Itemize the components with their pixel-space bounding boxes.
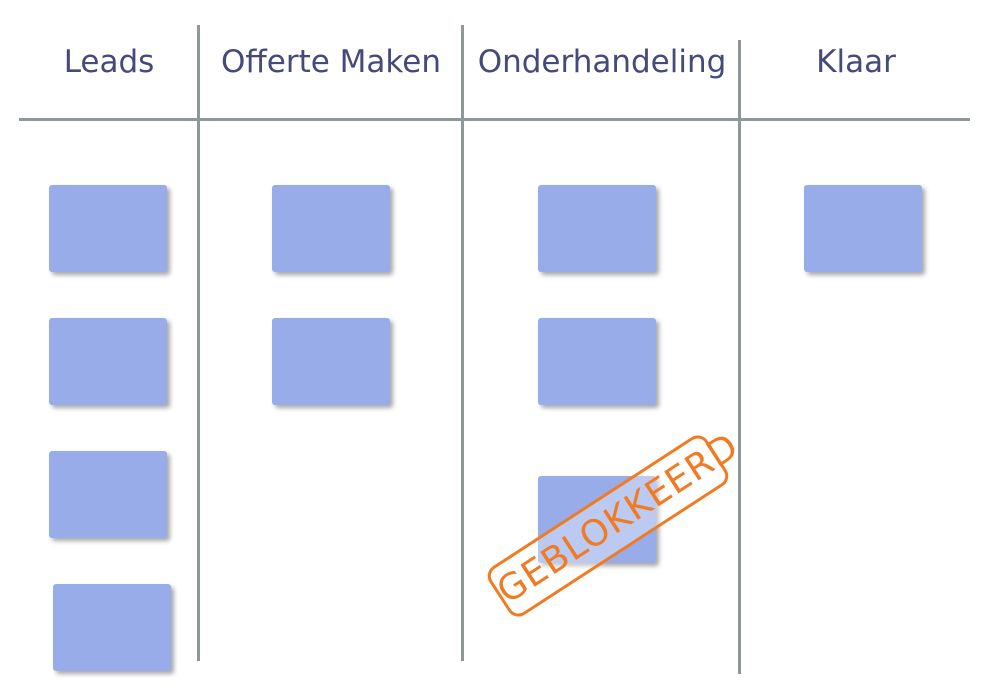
blocked-stamp: GEBLOKKEERD xyxy=(483,426,746,622)
card-klaar-1[interactable] xyxy=(804,185,922,272)
column-title-leads: Leads xyxy=(63,44,155,80)
card-leads-4[interactable] xyxy=(53,584,171,671)
card-offerte-maken-2[interactable] xyxy=(272,318,390,405)
column-separator-1 xyxy=(197,25,200,661)
card-leads-3[interactable] xyxy=(49,451,167,538)
card-onderhandeling-1[interactable] xyxy=(538,185,656,272)
card-onderhandeling-2[interactable] xyxy=(538,318,656,405)
column-title-onderhandeling: Onderhandeling xyxy=(477,44,727,80)
card-leads-1[interactable] xyxy=(49,185,167,272)
card-offerte-maken-1[interactable] xyxy=(272,185,390,272)
header-divider xyxy=(19,118,970,121)
column-title-klaar: Klaar xyxy=(816,44,896,80)
kanban-board: Leads Offerte Maken Onderhandeling Klaar… xyxy=(0,0,1000,700)
card-leads-2[interactable] xyxy=(49,318,167,405)
column-separator-2 xyxy=(461,25,464,661)
column-title-offerte-maken: Offerte Maken xyxy=(221,44,441,80)
column-separator-3 xyxy=(738,40,741,674)
